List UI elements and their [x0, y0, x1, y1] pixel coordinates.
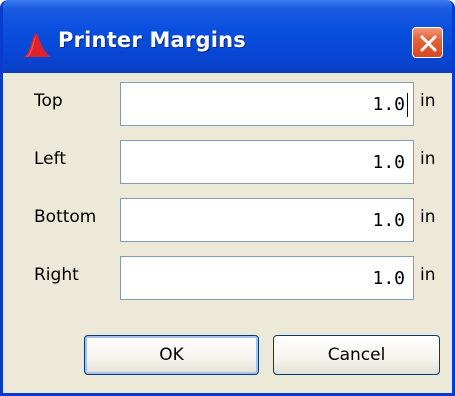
right-margin-value: 1.0 [372, 268, 405, 289]
text-caret [407, 93, 408, 117]
app-logo-icon [22, 31, 52, 59]
left-margin-value: 1.0 [372, 152, 405, 173]
bottom-label: Bottom [34, 207, 97, 227]
title-bar[interactable]: Printer Margins [3, 0, 452, 73]
close-icon [420, 35, 437, 52]
top-margin-input[interactable]: 1.0 [120, 82, 414, 126]
bottom-margin-value: 1.0 [372, 210, 405, 231]
top-unit: in [420, 91, 436, 111]
ok-button[interactable]: OK [84, 335, 259, 375]
left-margin-input[interactable]: 1.0 [120, 140, 414, 184]
bottom-margin-input[interactable]: 1.0 [120, 198, 414, 242]
printer-margins-dialog: Printer Margins Top 1.0 in Left 1.0 in B… [0, 0, 455, 396]
right-margin-input[interactable]: 1.0 [120, 256, 414, 300]
bottom-unit: in [420, 207, 436, 227]
window-title: Printer Margins [58, 28, 246, 52]
cancel-button[interactable]: Cancel [273, 335, 440, 375]
right-unit: in [420, 265, 436, 285]
left-label: Left [34, 149, 66, 169]
close-button[interactable] [412, 27, 443, 58]
top-label: Top [34, 91, 63, 111]
left-unit: in [420, 149, 436, 169]
top-margin-value: 1.0 [372, 94, 405, 115]
right-label: Right [34, 265, 79, 285]
